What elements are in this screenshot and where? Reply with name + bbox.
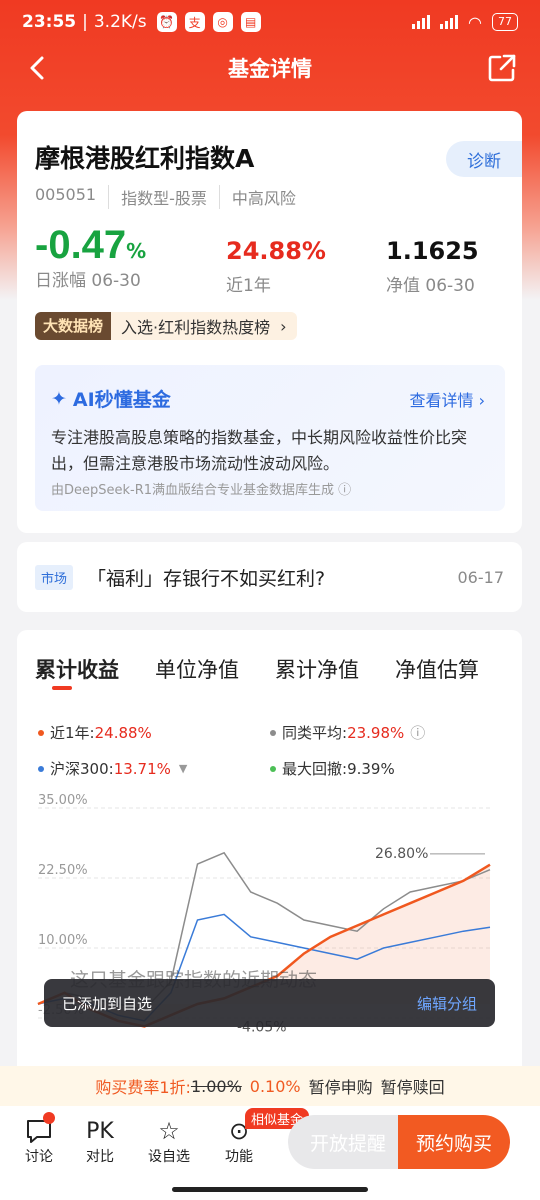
toast: 已添加到自选 编辑分组 — [44, 979, 495, 1027]
home-indicator — [172, 1187, 368, 1192]
notification-dot — [43, 1112, 55, 1124]
toast-action[interactable]: 编辑分组 — [417, 993, 477, 1014]
open-reminder-button[interactable]: 开放提醒 — [288, 1115, 408, 1169]
function-label: 功能 — [225, 1149, 253, 1165]
fee-label: 购买费率1折: — [95, 1078, 191, 1097]
reserve-buy-button[interactable]: 预约购买 — [398, 1115, 510, 1169]
y-tick-label: 10.00% — [38, 933, 88, 948]
toast-message: 已添加到自选 — [62, 994, 153, 1013]
fee-old: 1.00% — [190, 1076, 242, 1096]
fee-new: 0.10% — [249, 1076, 301, 1096]
watchlist-button[interactable]: ☆ 设自选 — [144, 1116, 194, 1166]
discuss-label: 讨论 — [25, 1149, 53, 1165]
fee-status-1: 暂停申购 — [308, 1078, 373, 1097]
discuss-button[interactable]: 讨论 — [14, 1116, 64, 1166]
y-tick-label: 35.00% — [38, 793, 88, 808]
star-icon: ☆ — [158, 1117, 180, 1145]
watchlist-label: 设自选 — [148, 1149, 190, 1165]
fee-status-2: 暂停赎回 — [380, 1078, 445, 1097]
max-annotation: 26.80% — [375, 846, 428, 862]
y-tick-label: 22.50% — [38, 863, 88, 878]
compare-label: 对比 — [86, 1149, 114, 1165]
fee-bar: 购买费率1折: 1.00% 0.10% 暂停申购 暂停赎回 — [0, 1066, 540, 1106]
compare-button[interactable]: PK 对比 — [75, 1116, 125, 1166]
pk-icon: PK — [86, 1118, 114, 1144]
